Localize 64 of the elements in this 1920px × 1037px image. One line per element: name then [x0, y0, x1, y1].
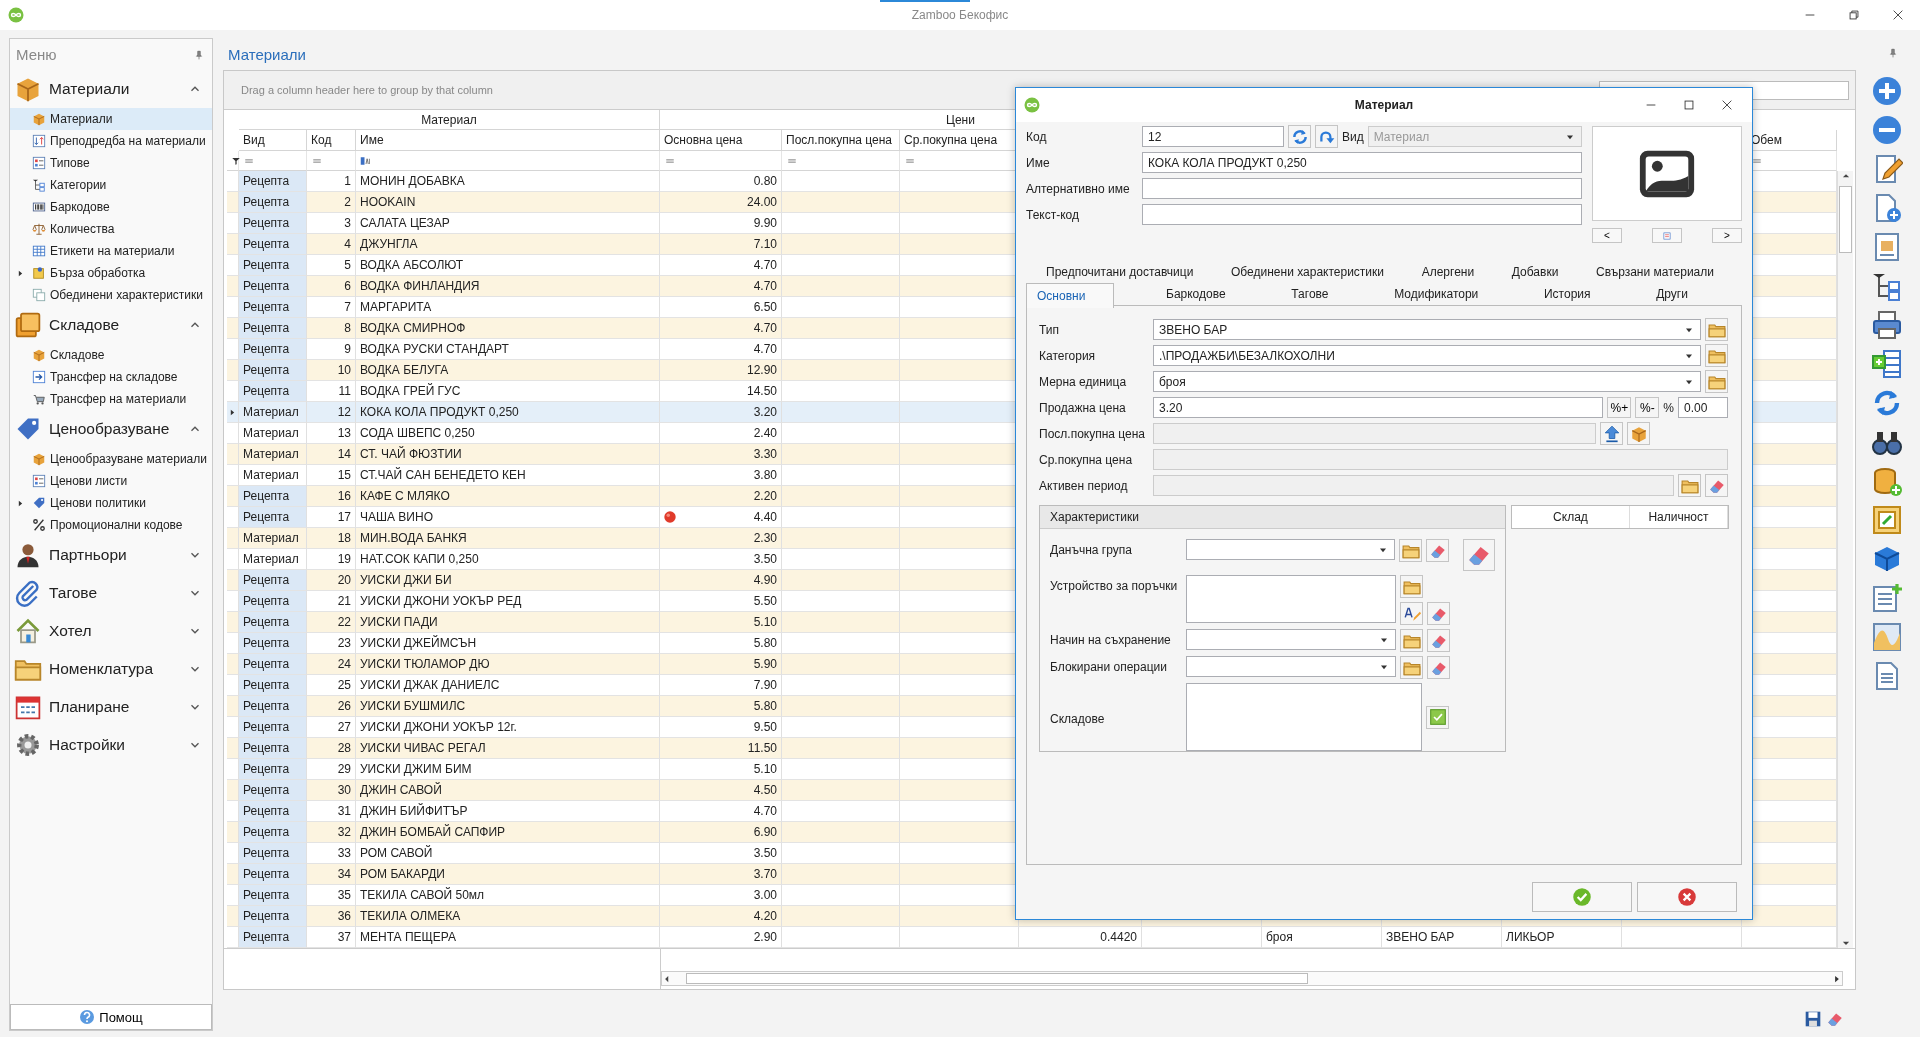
table-cell: Рецепта: [239, 234, 307, 255]
field-label: Алтернативно име: [1026, 181, 1131, 196]
table-cell: Рецепта: [239, 759, 307, 780]
page-title: Материали: [228, 45, 306, 63]
table-cell: Рецепта: [239, 255, 307, 276]
table-cell: Рецепта: [239, 801, 307, 822]
field-label: Посл.покупна цена: [1039, 426, 1147, 441]
field-label: Текст-код: [1026, 207, 1080, 222]
table-cell: Рецепта: [239, 675, 307, 696]
table-cell: Рецепта: [239, 507, 307, 528]
table-cell: Рецепта: [239, 297, 307, 318]
table-cell: Рецепта: [239, 822, 307, 843]
field-label: Складове: [1050, 711, 1106, 726]
table-cell: броя: [1262, 927, 1382, 948]
dialog-title: Материал: [1354, 98, 1414, 112]
window-title: Zamboo Бекофис: [911, 8, 1009, 22]
field-label: Активен период: [1039, 478, 1129, 493]
table-cell: ЗВЕНО БАР: [1382, 927, 1502, 948]
table-cell: Рецепта: [239, 486, 307, 507]
table-cell: Рецепта: [239, 717, 307, 738]
table-cell: Рецепта: [239, 318, 307, 339]
table-cell: 37: [307, 927, 356, 948]
table-cell: Рецепта: [239, 906, 307, 927]
table-cell: Рецепта: [239, 213, 307, 234]
field-label: Вид: [1342, 129, 1364, 144]
field-label: Тип: [1039, 322, 1060, 337]
field-label: Име: [1026, 155, 1051, 170]
group-title: Характеристики: [1050, 510, 1139, 524]
table-cell: Рецепта: [239, 864, 307, 885]
table-cell: Рецепта: [239, 276, 307, 297]
menu-title: Меню: [16, 46, 57, 63]
table-cell: Рецепта: [239, 885, 307, 906]
table-cell: ЛИКЬОР: [1502, 927, 1622, 948]
field-label: Устройство за поръчки: [1050, 578, 1179, 593]
table-cell: МЕНТА ПЕЩЕРА: [356, 927, 660, 948]
group-panel-hint: Drag a column header here to group by that column: [241, 84, 493, 96]
table-cell: Рецепта: [239, 192, 307, 213]
table-cell: Рецепта: [239, 927, 307, 948]
table-cell: Рецепта: [239, 843, 307, 864]
table-cell: Рецепта: [239, 780, 307, 801]
percent-label: %: [1663, 400, 1674, 415]
table-cell: 2.90: [660, 927, 782, 948]
table-cell: Рецепта: [239, 696, 307, 717]
table-cell: 0.4420: [1019, 927, 1142, 948]
band-header: Материал: [421, 112, 477, 127]
table-cell: Рецепта: [239, 591, 307, 612]
table-cell: Рецепта: [239, 654, 307, 675]
field-label: Блокирани операции: [1050, 659, 1168, 674]
field-label: Мерна единица: [1039, 374, 1128, 389]
field-label: Ср.покупна цена: [1039, 452, 1134, 467]
table-cell: Рецепта: [239, 612, 307, 633]
table-cell: Рецепта: [239, 570, 307, 591]
field-label: Категория: [1039, 348, 1097, 363]
table-cell: Рецепта: [239, 633, 307, 654]
table-cell: Рецепта: [239, 339, 307, 360]
table-cell: Рецепта: [239, 381, 307, 402]
band-header: Цени: [946, 112, 975, 127]
table-cell: Рецепта: [239, 171, 307, 192]
field-label: Продажна цена: [1039, 400, 1127, 415]
table-cell: Рецепта: [239, 360, 307, 381]
field-label: Код: [1026, 129, 1048, 144]
table-cell: Рецепта: [239, 738, 307, 759]
field-label: Начин на съхранение: [1050, 632, 1172, 647]
field-label: Данъчна група: [1050, 542, 1133, 557]
